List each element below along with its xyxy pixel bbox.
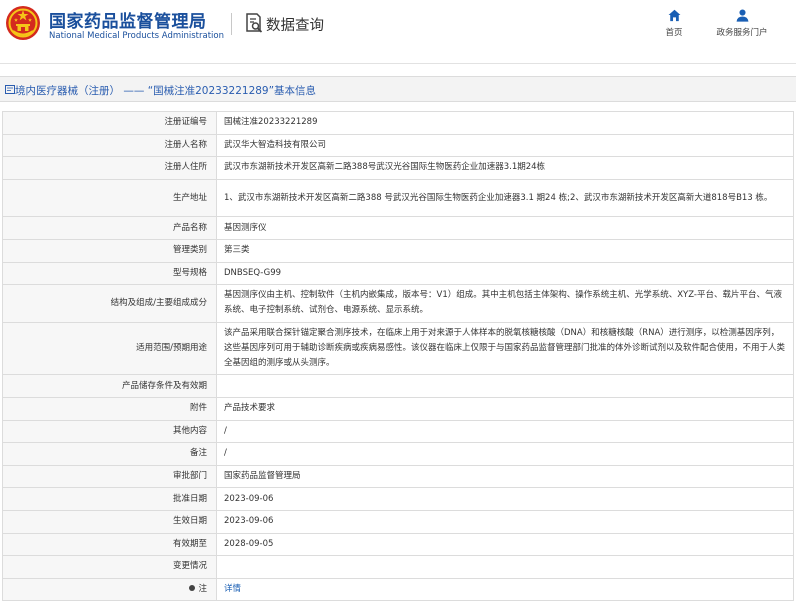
row-label: 生产地址 [2, 178, 217, 218]
table-row: 其他内容 / [2, 419, 794, 444]
table-row: 管理类别 第三类 [2, 238, 794, 263]
breadcrumb-category: 境内医疗器械（注册） [15, 85, 120, 97]
row-value: 国家药品监督管理局 [216, 464, 794, 489]
nav-service-portal-link[interactable]: 政务服务门户 [711, 9, 773, 38]
row-label: 型号规格 [2, 261, 217, 286]
row-label: 结构及组成/主要组成成分 [2, 284, 217, 323]
table-row: 生产地址 1、武汉市东湖新技术开发区高新二路388 号武汉光谷国际生物医药企业加速… [2, 178, 794, 218]
row-label: 变更情况 [2, 555, 217, 579]
row-value: 国械注准20233221289 [216, 111, 794, 135]
row-label: 备注 [2, 442, 217, 466]
row-label: 附件 [2, 396, 217, 421]
row-label: 产品储存条件及有效期 [2, 374, 217, 398]
row-value: DNBSEQ-G99 [216, 261, 794, 286]
table-row: 变更情况 [2, 555, 794, 579]
table-row: 注册证编号 国械注准20233221289 [2, 111, 794, 135]
document-search-icon [246, 13, 263, 33]
registration-info-table: 注册证编号 国械注准20233221289 注册人名称 武汉华大智造科技有限公司 注… [2, 111, 794, 602]
row-value: 武汉市东湖新技术开发区高新二路388号武汉光谷国际生物医药企业加速器3.1期24… [216, 156, 794, 180]
row-value [216, 555, 794, 579]
row-label: 生效日期 [2, 509, 217, 534]
table-row: 适用范围/预期用途 该产品采用联合探针锚定聚合测序技术，在临床上用于对来源于人体样… [2, 321, 794, 376]
row-value [216, 374, 794, 398]
row-value: / [216, 442, 794, 466]
breadcrumb-dash: —— [123, 85, 145, 97]
nav-service-portal-label: 政务服务门户 [716, 28, 768, 38]
row-label: 审批部门 [2, 464, 217, 489]
table-row: 注 详情 [2, 577, 794, 602]
user-icon [736, 9, 748, 22]
row-label: 有效期至 [2, 532, 217, 557]
row-label: 注册人住所 [2, 156, 217, 180]
row-value: 产品技术要求 [216, 396, 794, 421]
table-row: 备注 / [2, 442, 794, 466]
table-row: 注册人住所 武汉市东湖新技术开发区高新二路388号武汉光谷国际生物医药企业加速器3… [2, 156, 794, 180]
table-row: 产品名称 基因测序仪 [2, 216, 794, 240]
row-value: 基因测序仪由主机、控制软件（主机内嵌集成，版本号：V1）组成。其中主机包括主体架… [216, 284, 794, 323]
row-value: 基因测序仪 [216, 216, 794, 240]
table-row: 有效期至 2028-09-05 [2, 532, 794, 557]
row-label: 注册证编号 [2, 111, 217, 135]
site-header: 国家药品监督管理局 National Medical Products Admi… [0, 0, 796, 49]
row-label: 注 [198, 583, 207, 594]
row-label: 批准日期 [2, 487, 217, 511]
table-row: 结构及组成/主要组成成分 基因测序仪由主机、控制软件（主机内嵌集成，版本号：V1）… [2, 284, 794, 323]
table-row: 批准日期 2023-09-06 [2, 487, 794, 511]
breadcrumb: 境内医疗器械（注册） —— “国械注准20233221289”基本信息 [0, 76, 796, 102]
row-value: / [216, 419, 794, 444]
org-name-en: National Medical Products Administration [49, 31, 224, 41]
table-row: 产品储存条件及有效期 [2, 374, 794, 398]
row-value: 1、武汉市东湖新技术开发区高新二路388 号武汉光谷国际生物医药企业加速器3.1… [216, 178, 794, 218]
nav-home-link[interactable]: 首页 [661, 9, 687, 38]
note-bullet-icon [189, 585, 196, 592]
national-emblem-icon [6, 6, 40, 40]
row-value: 该产品采用联合探针锚定聚合测序技术，在临床上用于对来源于人体样本的脱氧核糖核酸（… [216, 321, 794, 376]
row-value: 2028-09-05 [216, 532, 794, 557]
row-label: 注册人名称 [2, 133, 217, 158]
breadcrumb-text: 境内医疗器械（注册） —— “国械注准20233221289”基本信息 [15, 83, 316, 98]
header-divider-line [0, 63, 796, 64]
row-value-cell: 详情 [216, 577, 794, 602]
section-title: 数据查询 [266, 18, 324, 34]
nav-home-label: 首页 [665, 28, 683, 38]
org-name-cn: 国家药品监督管理局 [49, 12, 207, 32]
table-row: 生效日期 2023-09-06 [2, 509, 794, 534]
row-label: 其他内容 [2, 419, 217, 444]
home-icon [668, 9, 680, 22]
row-label: 适用范围/预期用途 [2, 321, 217, 376]
table-row: 审批部门 国家药品监督管理局 [2, 464, 794, 489]
details-link[interactable]: 详情 [224, 584, 241, 594]
row-value: 2023-09-06 [216, 509, 794, 534]
table-row: 附件 产品技术要求 [2, 396, 794, 421]
row-label: 产品名称 [2, 216, 217, 240]
breadcrumb-record: “国械注准20233221289”基本信息 [147, 85, 317, 97]
row-value: 第三类 [216, 238, 794, 263]
document-icon [5, 85, 15, 94]
header-divider [231, 13, 232, 35]
table-row: 型号规格 DNBSEQ-G99 [2, 261, 794, 286]
row-value: 武汉华大智造科技有限公司 [216, 133, 794, 158]
row-label: 管理类别 [2, 238, 217, 263]
table-row: 注册人名称 武汉华大智造科技有限公司 [2, 133, 794, 158]
note-label-cell: 注 [2, 577, 217, 602]
row-value: 2023-09-06 [216, 487, 794, 511]
